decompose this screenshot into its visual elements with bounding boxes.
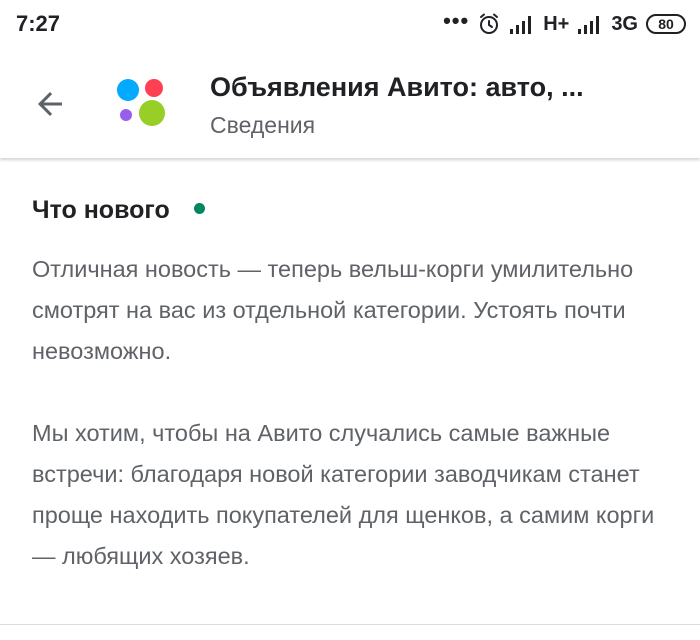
app-bar: Объявления Авито: авто, ... Сведения: [0, 50, 700, 158]
notification-dots: •••: [443, 8, 470, 33]
network-type-1: H+: [543, 12, 570, 35]
avito-app-icon: [114, 76, 170, 132]
app-title: Объявления Авито: авто, ...: [210, 72, 584, 102]
signal-icon: [509, 13, 535, 35]
release-notes-paragraph: Отличная новость — теперь вельш-корги ум…: [32, 256, 634, 364]
battery-level: 80: [658, 16, 674, 32]
app-subtitle: Сведения: [210, 112, 316, 138]
section-header: Что нового: [32, 196, 672, 225]
status-icons: ••• H+ 3G 80: [443, 10, 686, 38]
alarm-icon: [477, 12, 501, 36]
divider: [0, 624, 700, 625]
back-arrow-icon: [38, 92, 62, 116]
back-button[interactable]: [24, 78, 76, 130]
status-time: 7:27: [16, 11, 61, 36]
battery-icon: 80: [646, 14, 686, 34]
status-bar: 7:27 ••• H+ 3G 80: [0, 0, 700, 50]
release-notes-paragraph: Мы хотим, чтобы на Авито случались самые…: [32, 420, 655, 569]
network-type-2: 3G: [611, 12, 638, 35]
whats-new-section: Что нового Отличная новость — теперь вел…: [32, 196, 672, 577]
signal-icon: [577, 13, 603, 35]
section-title: Что нового: [32, 196, 170, 224]
new-indicator-dot: [193, 203, 205, 214]
